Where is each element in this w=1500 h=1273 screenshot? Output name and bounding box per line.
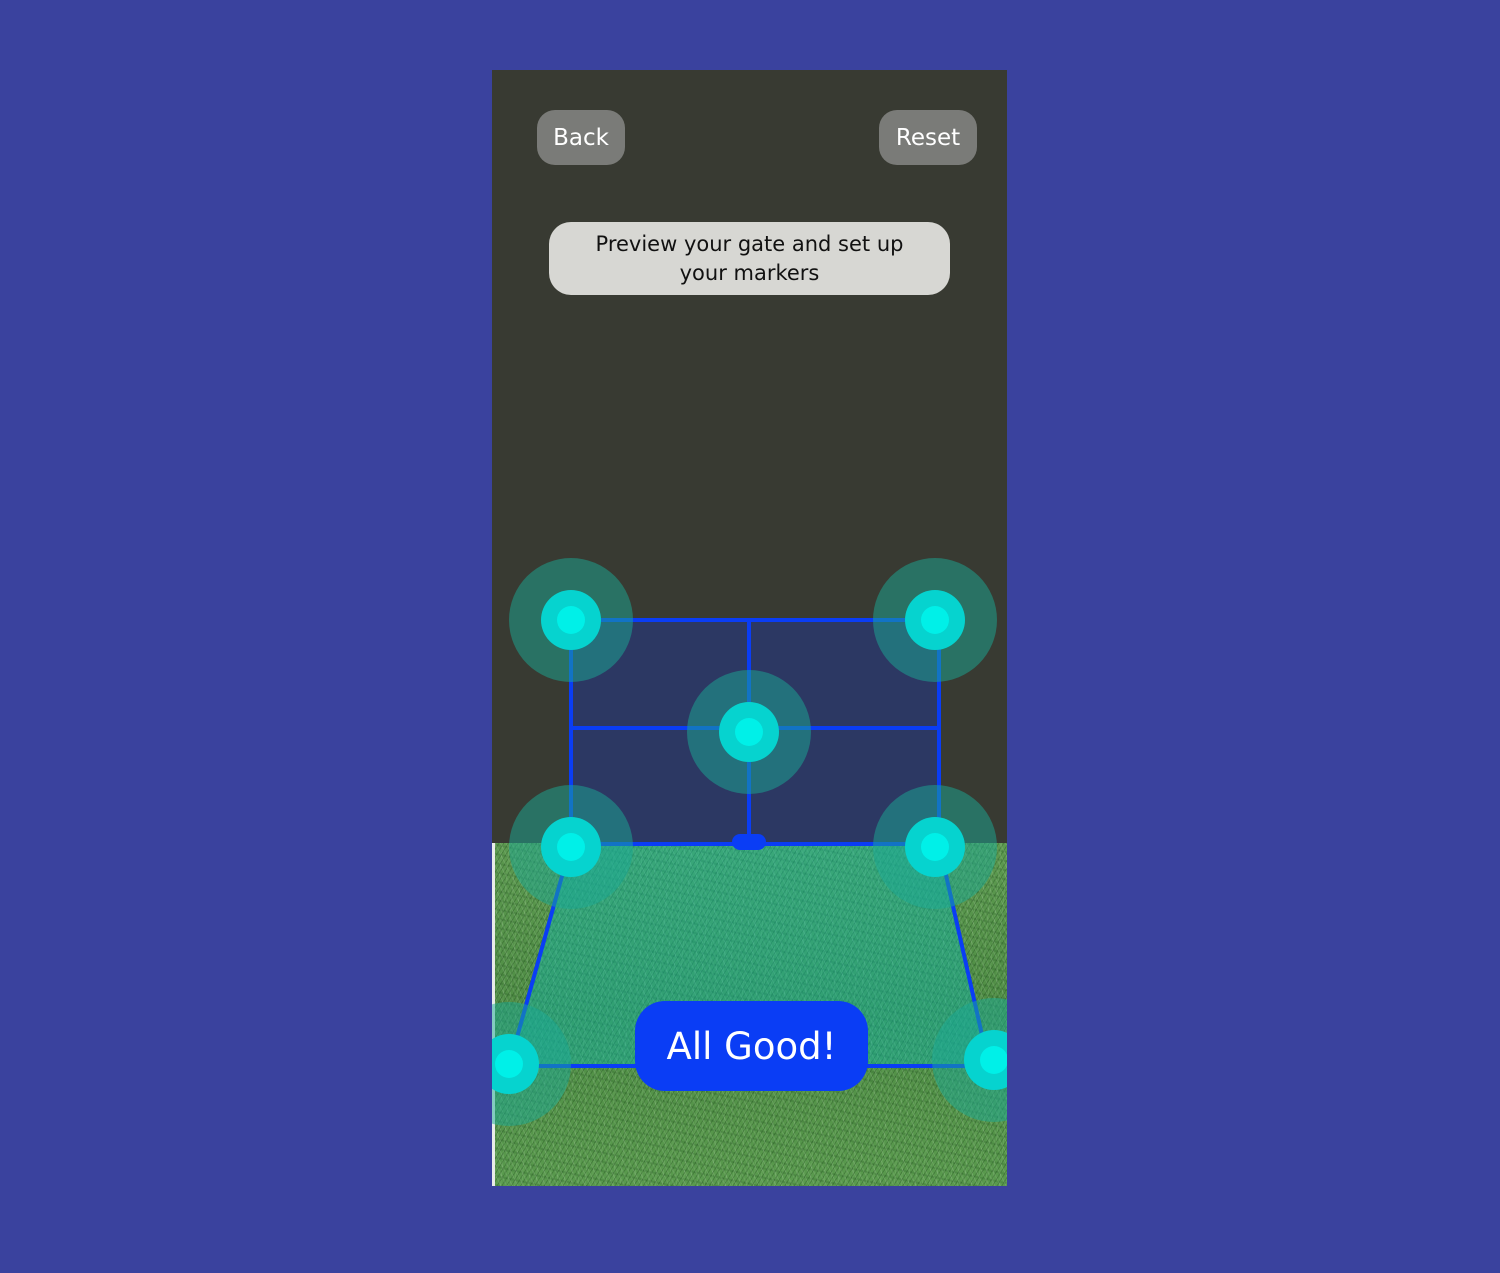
phone-screen: Back Reset Preview your gate and set up …: [492, 70, 1007, 1186]
gate-top-right-marker[interactable]: [873, 558, 997, 682]
all-good-button[interactable]: All Good!: [635, 1001, 868, 1091]
gate-base-handle[interactable]: [732, 834, 766, 850]
instruction-text: Preview your gate and set up your marker…: [595, 231, 904, 285]
gate-bottom-right-marker[interactable]: [873, 785, 997, 909]
instruction-banner: Preview your gate and set up your marker…: [549, 222, 950, 295]
back-button[interactable]: Back: [537, 110, 625, 165]
gate-top-left-marker[interactable]: [509, 558, 633, 682]
reset-button[interactable]: Reset: [879, 110, 977, 165]
gate-bottom-left-marker[interactable]: [509, 785, 633, 909]
gate-center-marker[interactable]: [687, 670, 811, 794]
